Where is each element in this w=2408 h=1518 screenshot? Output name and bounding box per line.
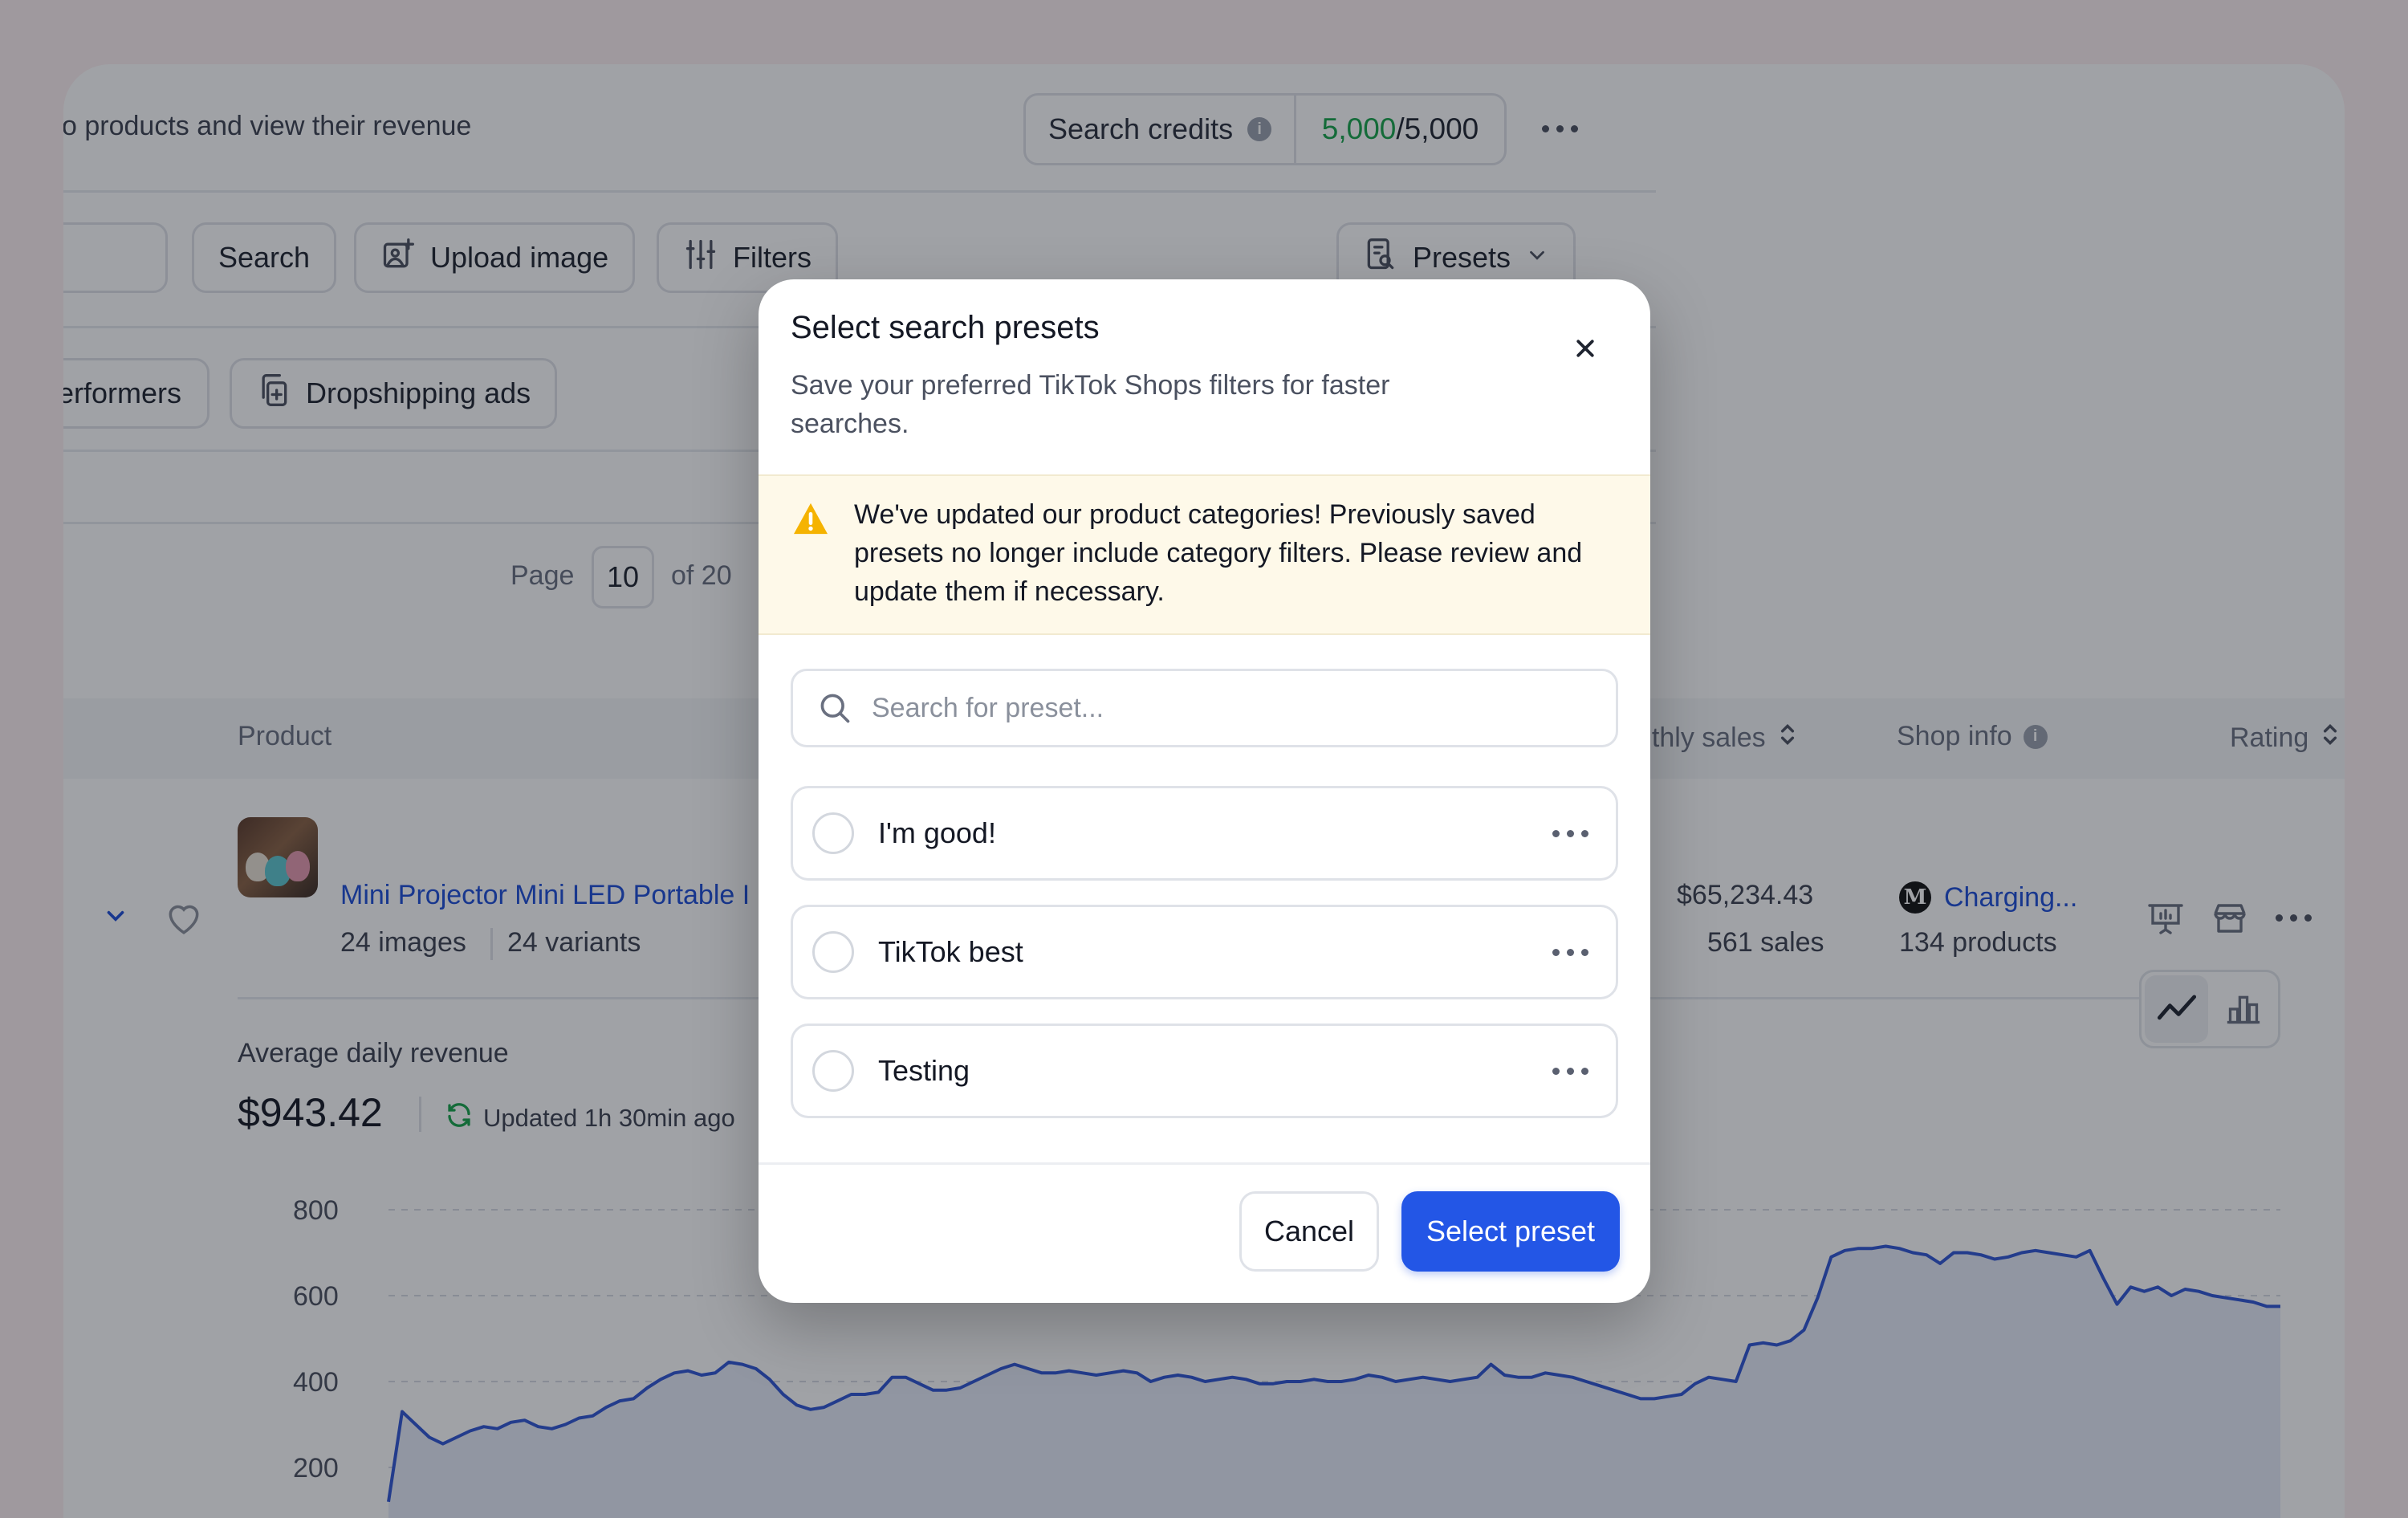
preset-more-icon[interactable] [1552,1067,1588,1075]
preset-radio[interactable] [812,1050,854,1092]
select-preset-button[interactable]: Select preset [1401,1191,1620,1272]
modal-footer-divider [759,1162,1650,1165]
preset-item[interactable]: I'm good! [791,786,1618,881]
preset-search-box [791,669,1618,747]
warning-icon [794,503,828,535]
preset-label: Testing [878,1054,970,1087]
preset-radio[interactable] [812,931,854,973]
close-button[interactable] [1561,324,1609,372]
select-presets-modal: Select search presets Save your preferre… [759,279,1650,1303]
preset-search-input[interactable] [872,692,1594,724]
modal-title: Select search presets [791,310,1100,345]
modal-subtitle: Save your preferred TikTok Shops filters… [791,370,1390,439]
preset-item[interactable]: Testing [791,1024,1618,1118]
preset-radio[interactable] [812,812,854,854]
preset-item[interactable]: TikTok best [791,905,1618,999]
warning-text: We've updated our product categories! Pr… [854,499,1583,607]
preset-more-icon[interactable] [1552,948,1588,956]
preset-more-icon[interactable] [1552,829,1588,837]
cancel-button[interactable]: Cancel [1239,1191,1379,1272]
search-icon [820,694,850,723]
warning-banner: We've updated our product categories! Pr… [759,474,1650,635]
preset-label: TikTok best [878,935,1023,968]
close-icon [1576,340,1594,357]
preset-label: I'm good! [878,816,996,849]
